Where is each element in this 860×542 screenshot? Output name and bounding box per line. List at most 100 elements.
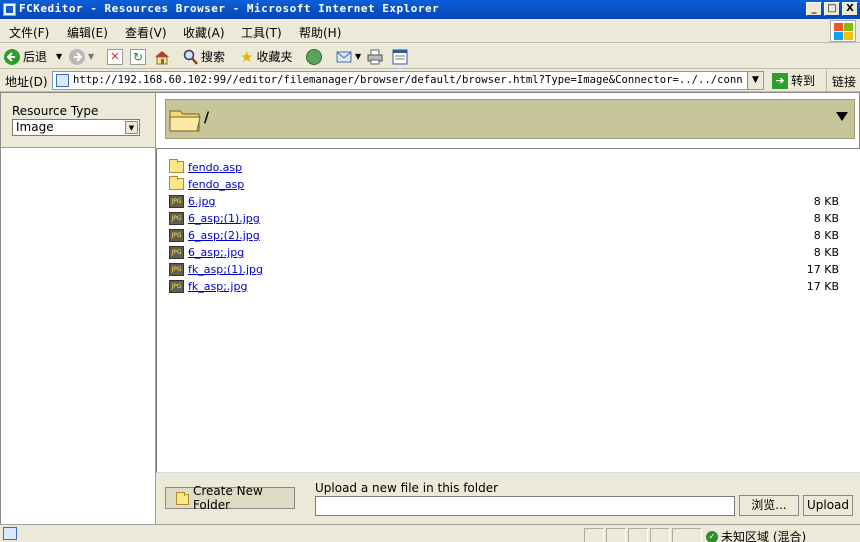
jpg-file-icon bbox=[169, 229, 184, 242]
resource-type-value: Image bbox=[16, 120, 54, 134]
create-folder-label: Create New Folder bbox=[192, 484, 263, 512]
forward-button[interactable]: ▼ bbox=[69, 47, 94, 66]
standard-toolbar: 后退 ▼ ▼ ✕ ↻ 搜索 ★ 收藏夹 ▼ bbox=[0, 44, 860, 69]
minimize-button[interactable]: _ bbox=[806, 2, 822, 16]
jpg-file-icon bbox=[169, 280, 184, 293]
folder-tree-pane bbox=[1, 148, 156, 525]
back-arrow-icon bbox=[4, 48, 20, 65]
ie-app-icon[interactable] bbox=[3, 3, 16, 16]
edit-page-icon bbox=[392, 49, 408, 64]
list-item[interactable]: 6_asp;(1).jpg 8 KB bbox=[169, 211, 839, 228]
file-link[interactable]: fendo.asp bbox=[188, 161, 242, 174]
resource-type-panel: Resource Type Image ▼ bbox=[1, 93, 156, 148]
status-cell bbox=[628, 528, 648, 542]
title-bar: FCKeditor - Resources Browser - Microsof… bbox=[0, 0, 860, 19]
print-icon bbox=[367, 49, 383, 64]
search-label: 搜索 bbox=[201, 50, 226, 64]
list-item[interactable]: fendo_asp bbox=[169, 176, 839, 194]
close-button[interactable]: X bbox=[842, 2, 858, 16]
security-zone[interactable]: ✓ 未知区域 (混合) bbox=[706, 528, 806, 542]
resource-type-label: Resource Type bbox=[12, 104, 99, 118]
home-icon bbox=[155, 50, 169, 64]
menu-tools[interactable]: 工具(T) bbox=[241, 24, 282, 41]
menu-view[interactable]: 查看(V) bbox=[125, 24, 167, 41]
back-dropdown-icon[interactable]: ▼ bbox=[56, 52, 62, 61]
file-link[interactable]: 6_asp;.jpg bbox=[188, 246, 244, 259]
favorites-label: 收藏夹 bbox=[256, 50, 293, 64]
list-item[interactable]: fk_asp;(1).jpg 17 KB bbox=[169, 262, 839, 279]
file-link[interactable]: fendo_asp bbox=[188, 178, 244, 191]
file-link[interactable]: 6_asp;(2).jpg bbox=[188, 229, 260, 242]
file-link[interactable]: fk_asp;(1).jpg bbox=[188, 263, 263, 276]
window-controls: _ □ X bbox=[806, 2, 858, 16]
address-input[interactable]: http://192.168.60.102:99//editor/fileman… bbox=[52, 71, 764, 90]
folder-icon bbox=[176, 491, 189, 505]
print-button[interactable] bbox=[367, 47, 383, 66]
menu-bar: 文件(F) 编辑(E) 查看(V) 收藏(A) 工具(T) 帮助(H) bbox=[0, 19, 860, 43]
mail-dropdown-icon[interactable]: ▼ bbox=[355, 52, 361, 61]
forward-dropdown-icon[interactable]: ▼ bbox=[88, 52, 94, 61]
maximize-button[interactable]: □ bbox=[824, 2, 840, 16]
resource-type-select[interactable]: Image ▼ bbox=[12, 119, 140, 136]
edit-button[interactable] bbox=[392, 47, 408, 66]
search-button[interactable]: 搜索 bbox=[182, 47, 225, 66]
file-list-pane: fendo.asp fendo_asp 6.jpg 8 KB 6_asp;(1)… bbox=[156, 148, 860, 473]
go-label: 转到 bbox=[791, 74, 816, 88]
zone-check-icon: ✓ bbox=[706, 530, 718, 542]
status-bar: ✓ 未知区域 (混合) bbox=[0, 524, 860, 542]
menu-help[interactable]: 帮助(H) bbox=[299, 24, 341, 41]
refresh-button[interactable]: ↻ bbox=[130, 47, 146, 66]
history-button[interactable] bbox=[306, 47, 322, 66]
jpg-file-icon bbox=[169, 263, 184, 276]
mail-icon bbox=[336, 51, 352, 62]
menu-edit[interactable]: 编辑(E) bbox=[67, 24, 108, 41]
jpg-file-icon bbox=[169, 195, 184, 208]
history-icon bbox=[306, 48, 322, 65]
favorites-star-icon: ★ bbox=[240, 47, 254, 66]
menu-file[interactable]: 文件(F) bbox=[9, 24, 49, 41]
stop-icon: ✕ bbox=[107, 48, 123, 65]
browse-button[interactable]: 浏览... bbox=[739, 495, 799, 516]
file-link[interactable]: fk_asp;.jpg bbox=[188, 280, 247, 293]
address-dropdown-icon[interactable]: ▼ bbox=[747, 72, 763, 89]
status-cell bbox=[584, 528, 604, 542]
window-title: FCKeditor - Resources Browser - Microsof… bbox=[19, 2, 440, 15]
go-arrow-icon: ➔ bbox=[772, 72, 788, 89]
path-dropdown-icon[interactable] bbox=[836, 112, 848, 121]
upload-panel: Create New Folder Upload a new file in t… bbox=[156, 473, 860, 525]
mail-button[interactable]: ▼ bbox=[336, 47, 361, 66]
zone-label: 未知区域 (混合) bbox=[721, 530, 807, 542]
back-button[interactable]: 后退 ▼ bbox=[4, 47, 62, 66]
status-cell bbox=[606, 528, 626, 542]
list-item[interactable]: 6_asp;.jpg 8 KB bbox=[169, 245, 839, 262]
file-size: 17 KB bbox=[806, 263, 839, 276]
folder-open-icon bbox=[169, 110, 201, 132]
address-url[interactable]: http://192.168.60.102:99//editor/fileman… bbox=[73, 74, 743, 86]
upload-button[interactable]: Upload bbox=[803, 495, 853, 516]
stop-button[interactable]: ✕ bbox=[107, 47, 123, 66]
file-link[interactable]: 6.jpg bbox=[188, 195, 216, 208]
status-cell bbox=[672, 528, 702, 542]
file-size: 8 KB bbox=[813, 246, 839, 259]
jpg-file-icon bbox=[169, 246, 184, 259]
forward-arrow-icon bbox=[69, 48, 85, 65]
links-button[interactable]: 链接 bbox=[826, 69, 860, 92]
home-button[interactable] bbox=[153, 47, 171, 66]
list-item[interactable]: 6.jpg 8 KB bbox=[169, 194, 839, 211]
favorites-button[interactable]: ★ 收藏夹 bbox=[240, 47, 292, 66]
list-item[interactable]: fendo.asp bbox=[169, 159, 839, 177]
file-link[interactable]: 6_asp;(1).jpg bbox=[188, 212, 260, 225]
go-button[interactable]: ➔ 转到 bbox=[772, 71, 815, 90]
jpg-file-icon bbox=[169, 212, 184, 225]
create-new-folder-button[interactable]: Create New Folder bbox=[165, 484, 295, 512]
folder-icon bbox=[169, 176, 184, 190]
list-item[interactable]: 6_asp;(2).jpg 8 KB bbox=[169, 228, 839, 245]
upload-label: Upload a new file in this folder bbox=[315, 481, 499, 495]
file-size: 8 KB bbox=[813, 229, 839, 242]
upload-file-input[interactable] bbox=[315, 496, 735, 516]
current-folder-bar[interactable]: / bbox=[165, 99, 855, 139]
list-item[interactable]: fk_asp;.jpg 17 KB bbox=[169, 279, 839, 296]
menu-favorites[interactable]: 收藏(A) bbox=[183, 24, 225, 41]
chevron-down-icon[interactable]: ▼ bbox=[125, 121, 138, 134]
refresh-icon: ↻ bbox=[130, 48, 146, 65]
